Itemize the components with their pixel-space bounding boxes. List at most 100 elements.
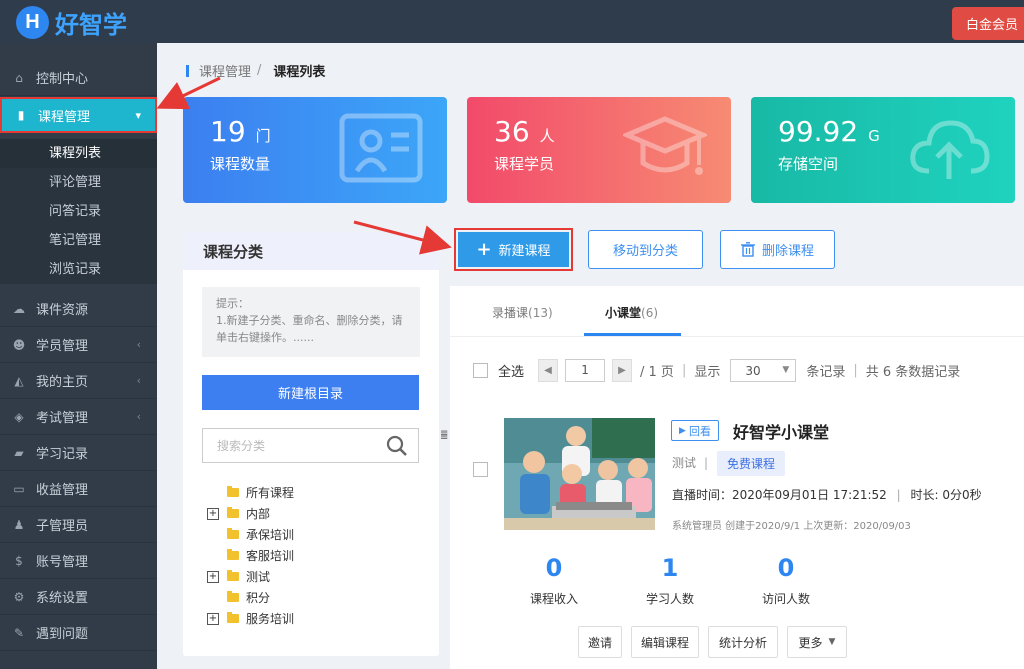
metric-visitors: 0 访问人数 (761, 554, 810, 606)
course-panel: 录播课(13) 小课堂(6) 全选 ◀ 1 ▶ / 1 页 | 显示 30 ▼ 条… (450, 286, 1024, 669)
chevron-left-icon: ‹ (136, 338, 141, 351)
prev-page-button[interactable]: ◀ (538, 359, 559, 382)
tree-node-label: 测试 (246, 570, 271, 584)
select-all-checkbox[interactable] (473, 363, 488, 378)
sidebar-item-course-management[interactable]: ▮ 课程管理 ▾ (0, 97, 157, 133)
stat-value: 19 (210, 115, 246, 148)
folder-icon (227, 612, 239, 623)
tree-node[interactable]: + 测试 (207, 566, 294, 587)
sidebar-item-settings[interactable]: ⚙ 系统设置 (0, 579, 157, 615)
tab-micro-class[interactable]: 小课堂(6) (605, 304, 658, 321)
category-panel: 课程分类 提示： 1.新建子分类、重命名、删除分类，请单击右键操作。......… (183, 232, 439, 656)
sidebar-item-resources[interactable]: ☁ 课件资源 (0, 291, 157, 327)
submenu-item-comments[interactable]: 评论管理 (0, 168, 157, 197)
breadcrumb: 课程管理 / 课程列表 (186, 61, 325, 80)
sidebar-item-label: 我的主页 (36, 375, 89, 390)
tree-node[interactable]: 客服培训 (207, 545, 294, 566)
course-submenu: 课程列表 评论管理 问答记录 笔记管理 浏览记录 (0, 139, 157, 284)
active-tab-indicator (584, 333, 681, 336)
records-label: 条记录 (806, 365, 846, 380)
page-input[interactable]: 1 (565, 359, 606, 382)
graduation-cap-icon (623, 116, 707, 175)
breadcrumb-current: 课程列表 (273, 65, 326, 80)
stat-unit: 人 (539, 127, 555, 145)
show-label: 显示 (694, 365, 721, 380)
tree-node-label: 承保培训 (246, 528, 295, 542)
tags-icon: ◈ (14, 409, 24, 424)
folder-icon (227, 570, 239, 581)
sidebar-item-revenue[interactable]: ▭ 收益管理 (0, 471, 157, 507)
logo-text: 好智学 (55, 11, 127, 39)
delete-course-button[interactable]: 删除课程 (720, 230, 835, 269)
category-search-input[interactable]: 搜索分类 (202, 428, 419, 463)
sidebar-item-label: 控制中心 (36, 72, 89, 87)
cloud-upload-icon (910, 120, 990, 179)
toolbar-separator: | (681, 363, 687, 378)
sidebar-item-label: 课程管理 (38, 109, 91, 125)
sidebar-item-sub-admins[interactable]: ♟ 子管理员 (0, 507, 157, 543)
button-label: 删除课程 (761, 244, 814, 259)
tree-node[interactable]: + 内部 (207, 503, 294, 524)
edit-course-button[interactable]: 编辑课程 (631, 626, 699, 658)
sidebar-item-label: 考试管理 (36, 411, 89, 426)
submenu-item-views[interactable]: 浏览记录 (0, 255, 157, 284)
select-all-label: 全选 (498, 365, 525, 380)
expand-icon[interactable]: + (207, 612, 219, 625)
stat-unit: 门 (255, 127, 271, 145)
replay-button[interactable]: ▶ 回看 (671, 420, 719, 441)
tree-node[interactable]: 所有课程 (207, 482, 294, 503)
statistics-button[interactable]: 统计分析 (708, 626, 778, 658)
trash-icon (740, 242, 755, 257)
expand-icon[interactable]: + (207, 570, 219, 583)
sidebar-item-students[interactable]: ☻ 学员管理 ‹ (0, 327, 157, 363)
user-lock-icon: ♟ (13, 517, 25, 532)
submenu-item-qa[interactable]: 问答记录 (0, 197, 157, 226)
sidebar-item-learning-records[interactable]: ▰ 学习记录 (0, 435, 157, 471)
submenu-item-notes[interactable]: 笔记管理 (0, 226, 157, 255)
vip-badge[interactable]: 白金会员 (951, 7, 1024, 40)
breadcrumb-separator: / (257, 63, 262, 78)
tree-node[interactable]: 承保培训 (207, 524, 294, 545)
tree-node[interactable]: + 服务培训 (207, 608, 294, 629)
stat-label: 课程数量 (210, 155, 271, 173)
sidebar-item-help[interactable]: ✎ 遇到问题 (0, 615, 157, 651)
course-tabs: 录播课(13) 小课堂(6) (450, 286, 1024, 337)
submenu-item-course-list[interactable]: 课程列表 (0, 139, 157, 168)
certificate-icon (339, 113, 423, 183)
tree-node-label: 服务培训 (246, 612, 295, 626)
play-icon: ▶ (679, 425, 686, 436)
course-thumbnail[interactable] (504, 418, 655, 530)
wrench-icon: ✎ (13, 625, 25, 640)
sidebar-item-accounts[interactable]: $ 账号管理 (0, 543, 157, 579)
sidebar-item-homepage[interactable]: ◭ 我的主页 ‹ (0, 363, 157, 399)
page-size-select[interactable]: 30 ▼ (730, 359, 797, 382)
new-root-button[interactable]: 新建根目录 (202, 375, 419, 410)
move-to-category-button[interactable]: 移动到分类 (588, 230, 703, 269)
panel-resize-handle[interactable]: ≡ ≡ (440, 429, 448, 443)
logo-mark: H (16, 6, 49, 39)
folder-icon (227, 591, 239, 602)
sidebar-item-label: 子管理员 (36, 519, 89, 534)
expand-icon[interactable]: + (207, 507, 219, 520)
breadcrumb-parent[interactable]: 课程管理 (199, 61, 251, 80)
next-page-button[interactable]: ▶ (612, 359, 633, 382)
stat-label: 存储空间 (778, 155, 839, 173)
sidebar-item-exams[interactable]: ◈ 考试管理 ‹ (0, 399, 157, 435)
card-icon: ▭ (13, 481, 25, 496)
course-checkbox[interactable] (473, 462, 488, 477)
search-icon[interactable] (386, 435, 408, 457)
sidebar-item-label: 账号管理 (36, 555, 89, 570)
new-course-button[interactable]: + 新建课程 (458, 232, 569, 267)
chevron-down-icon: ▾ (135, 108, 141, 122)
tab-recorded[interactable]: 录播课(13) (492, 304, 553, 321)
logo[interactable]: H 好智学 (16, 5, 127, 40)
course-title[interactable]: 好智学小课堂 (733, 419, 829, 443)
record-icon: ▰ (14, 445, 24, 460)
more-button[interactable]: 更多 ▼ (787, 626, 847, 658)
stat-card-storage: 99.92 G 存储空间 (751, 97, 1015, 203)
tree-node[interactable]: 积分 (207, 587, 294, 608)
invite-button[interactable]: 邀请 (578, 626, 622, 658)
free-course-tag: 免费课程 (717, 451, 786, 476)
category-tip: 提示： 1.新建子分类、重命名、删除分类，请单击右键操作。...... (202, 287, 420, 357)
sidebar-item-dashboard[interactable]: ⌂ 控制中心 (0, 60, 157, 96)
